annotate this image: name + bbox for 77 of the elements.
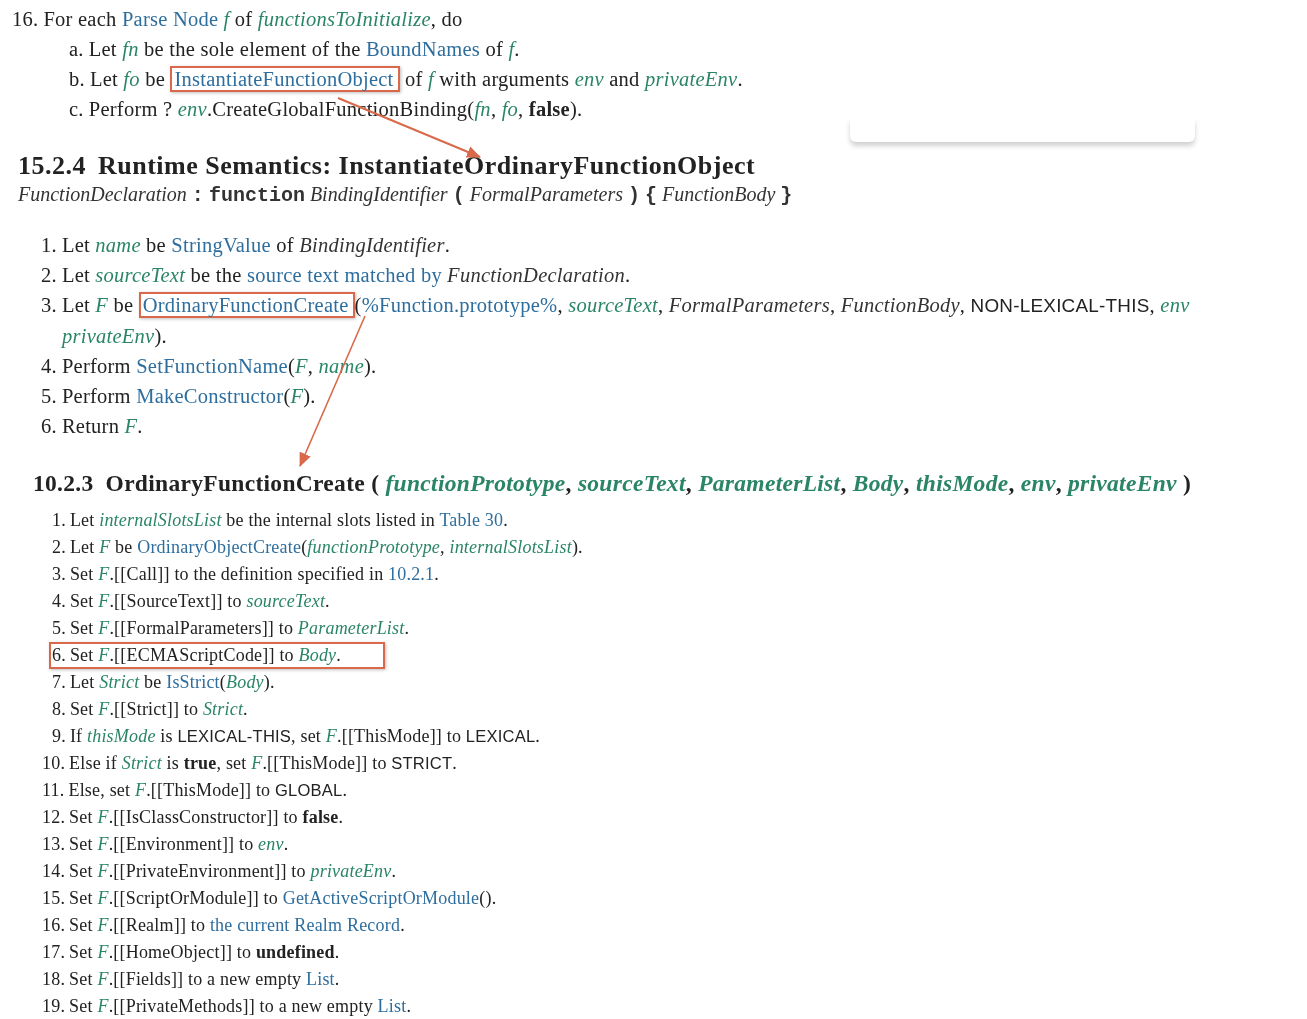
step-text: Let F be OrdinaryFunctionCreate (%Function.prototype%, sourceText, FormalParameters, FunctionBody, NON-LEXICAL-THIS, env <box>61 294 1190 316</box>
step-number: 4. <box>52 591 66 611</box>
step-text: If thisMode is LEXICAL-THIS, set F.[[ThisMode]] to LEXICAL. <box>69 726 541 746</box>
step-number: 2. <box>41 264 57 286</box>
step-number: 14. <box>42 861 66 881</box>
link[interactable]: GetActiveScriptOrModule <box>282 888 480 908</box>
step-text: Set F.[[ScriptOrModule]] to GetActiveScriptOrModule(). <box>69 888 497 908</box>
section-heading: 15.2.4 Runtime Semantics: InstantiateOrdinaryFunctionObject <box>18 151 757 181</box>
step-number: 9. <box>52 726 66 746</box>
step-text: Let Strict be IsStrict(Body). <box>69 672 275 692</box>
step-text: Set F.[[FormalParameters]] to ParameterList. <box>69 618 410 638</box>
step-text: For each Parse Node f of functionsToInitialize, do <box>43 8 463 30</box>
step-text: Let sourceText be the source text matched by FunctionDeclaration. <box>61 264 631 286</box>
link[interactable]: SetFunctionName <box>136 355 288 377</box>
step-number: 6. <box>52 645 66 665</box>
step-text: Let F be OrdinaryObjectCreate(functionPrototype, internalSlotsList). <box>69 537 583 557</box>
link[interactable]: source text matched by <box>246 264 442 286</box>
step-text: Set F.[[IsClassConstructor]] to false. <box>69 807 344 827</box>
step-number: 6. <box>41 415 57 437</box>
link[interactable]: 10.2.1 <box>388 564 435 584</box>
step-number: 4. <box>41 355 57 377</box>
step-number: 3. <box>52 564 66 584</box>
link[interactable]: OrdinaryFunctionCreate <box>138 292 355 318</box>
link[interactable]: List <box>306 969 335 989</box>
step-number: 12. <box>42 807 66 827</box>
step-number: a. <box>69 38 84 60</box>
link[interactable]: Table 30 <box>439 510 504 530</box>
link[interactable]: MakeConstructor <box>136 385 284 407</box>
step-text: Let fo be InstantiateFunctionObject of f with arguments env and privateEnv. <box>89 66 743 92</box>
step-number: 7. <box>52 672 66 692</box>
step-text: Set F.[[PrivateEnvironment]] to privateEnv. <box>69 861 397 881</box>
step-number: 13. <box>42 834 66 854</box>
link[interactable]: OrdinaryObjectCreate <box>137 537 302 557</box>
link[interactable]: InstantiateFunctionObject <box>170 66 400 92</box>
step-text: Let fn be the sole element of the BoundNames of f. <box>88 38 520 60</box>
step-number: 8. <box>52 699 66 719</box>
link[interactable]: the current Realm Record <box>209 915 401 935</box>
link[interactable]: %Function.prototype% <box>361 294 558 316</box>
step-text: Set F.[[Strict]] to Strict. <box>69 699 248 719</box>
step-text: Set F.[[Fields]] to a new empty List. <box>69 969 340 989</box>
step-text: Set F.[[ECMAScriptCode]] to Body. <box>69 645 341 665</box>
grammar-production: FunctionDeclaration : function BindingIdentifier ( FormalParameters ) { FunctionBody } <box>18 182 794 209</box>
step-text: Set F.[[Realm]] to the current Realm Record. <box>69 915 405 935</box>
step-number: c. <box>69 98 84 120</box>
step-text: Else if Strict is true, set F.[[ThisMode]] to STRICT. <box>69 753 457 773</box>
step-text: Set F.[[PrivateMethods]] to a new empty List. <box>69 996 412 1016</box>
step-text: Set F.[[HomeObject]] to undefined. <box>69 942 340 962</box>
step-text: Set F.[[SourceText]] to sourceText. <box>69 591 330 611</box>
step-text: Perform MakeConstructor(F). <box>61 385 316 407</box>
step-number: 17. <box>42 942 66 962</box>
step-number: 1. <box>52 510 66 530</box>
step-number: 16. <box>12 8 39 30</box>
link[interactable]: BoundNames <box>365 38 481 60</box>
step-text: Set F.[[Call]] to the definition specified in 10.2.1. <box>69 564 439 584</box>
step-text: privateEnv). <box>62 325 167 347</box>
step-text: Let name be StringValue of BindingIdentifier. <box>61 234 451 256</box>
step-number: 5. <box>41 385 57 407</box>
step-text: Else, set F.[[ThisMode]] to GLOBAL. <box>68 780 348 800</box>
link[interactable]: List <box>377 996 407 1016</box>
step-number: 16. <box>42 915 66 935</box>
step-text: Set F.[[Environment]] to env. <box>69 834 289 854</box>
step-number: 11. <box>42 780 65 800</box>
step-number: b. <box>69 68 85 90</box>
step-number: 15. <box>42 888 66 908</box>
step-text: Let internalSlotsList be the internal slots listed in Table 30. <box>69 510 508 530</box>
step-number: 1. <box>41 234 57 256</box>
link[interactable]: StringValue <box>171 234 271 256</box>
link[interactable]: Parse Node <box>121 8 219 30</box>
step-number: 19. <box>42 996 66 1016</box>
link[interactable]: IsStrict <box>166 672 220 692</box>
section-heading: 10.2.3 OrdinaryFunctionCreate ( functionPrototype, sourceText, ParameterList, Body, thisMode, env, privateEnv ) <box>33 469 1193 498</box>
step-number: 18. <box>42 969 66 989</box>
step-text: Return F. <box>61 415 143 437</box>
step-number: 10. <box>42 753 66 773</box>
step-number: 2. <box>52 537 66 557</box>
step-number: 5. <box>52 618 66 638</box>
step-number: 3. <box>41 294 57 316</box>
